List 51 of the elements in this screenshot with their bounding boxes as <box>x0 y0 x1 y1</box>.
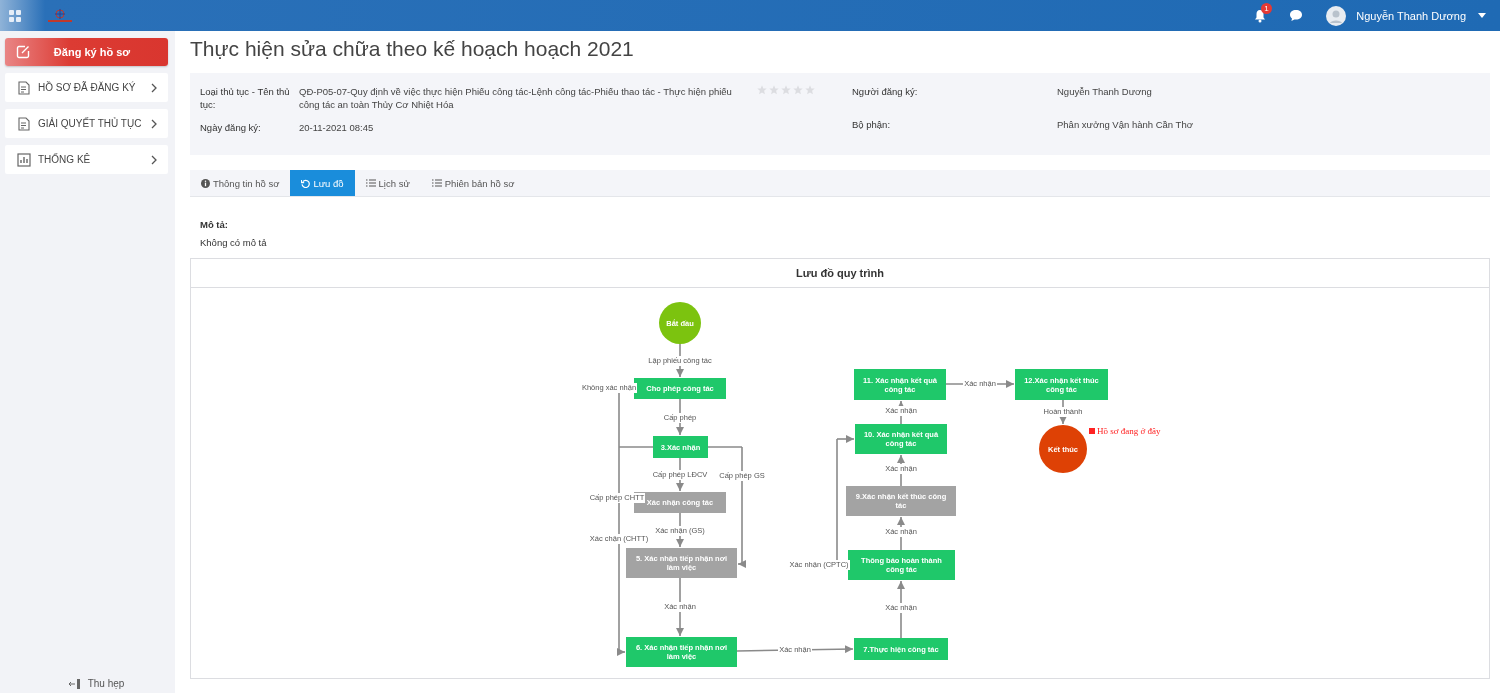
chat-icon[interactable] <box>1289 9 1304 22</box>
field-value: QĐ-P05-07-Quy định về việc thực hiện Phiếu công tác-Lệnh công tác-Phiếu thao tác - Thực hiện phiếu công tác an toàn Thủy Cơ Nhiệt Hóa <box>299 85 733 111</box>
apps-grid-icon[interactable] <box>9 9 21 22</box>
collapse-button[interactable]: Thu hẹp <box>68 678 125 689</box>
document-icon <box>17 80 31 95</box>
chevron-right-icon <box>151 118 157 129</box>
user-name[interactable]: Nguyễn Thanh Dương <box>1356 9 1466 22</box>
sidebar-item[interactable]: GIẢI QUYẾT THỦ TỤC <box>5 109 168 138</box>
register-button[interactable]: Đăng ký hồ sơ <box>5 38 168 66</box>
flowchart-title: Lưu đồ quy trình <box>191 259 1489 288</box>
sidebar-item[interactable]: THỐNG KÊ <box>5 145 168 174</box>
sidebar-item[interactable]: HỒ SƠ ĐÃ ĐĂNG KÝ <box>5 73 168 102</box>
notification-badge: 1 <box>1261 2 1272 14</box>
star-icon[interactable] <box>757 85 767 95</box>
field-label: Ngày đăng ký: <box>200 121 262 134</box>
edit-icon <box>16 45 30 59</box>
star-icon[interactable] <box>769 85 779 95</box>
field-value: Phân xưởng Vận hành Cần Thơ <box>1057 118 1194 131</box>
star-icon[interactable] <box>781 85 791 95</box>
connector-arrow <box>617 648 626 656</box>
marker-icon <box>1089 428 1095 434</box>
tab[interactable]: Lịch sử <box>354 170 421 196</box>
field-value: Nguyễn Thanh Dương <box>1057 85 1153 98</box>
connector-arrow <box>836 435 855 443</box>
list-icon <box>365 179 376 187</box>
description-label: Mô tả: <box>200 218 229 231</box>
star-icon[interactable] <box>793 85 803 95</box>
tab[interactable]: Phiên bản hồ sơ <box>420 170 526 196</box>
field-label: Người đăng ký: <box>852 85 919 98</box>
chevron-right-icon <box>151 82 157 93</box>
avatar-icon[interactable] <box>1326 5 1347 26</box>
document-icon <box>17 116 31 131</box>
field-label: Loại thủ tục - Tên thủ tục: <box>200 85 291 111</box>
history-icon <box>301 178 311 188</box>
info-icon <box>201 178 210 188</box>
current-status-note: Hồ sơ đang ở đây <box>1097 426 1161 436</box>
chevron-right-icon <box>151 154 157 165</box>
page-title: Thực hiện sửa chữa theo kế hoạch hoạch 2021 <box>190 36 635 62</box>
collapse-icon <box>68 678 81 689</box>
field-value: 20-11-2021 08:45 <box>299 121 375 134</box>
logo-icon <box>47 8 73 23</box>
star-icon[interactable] <box>805 85 815 95</box>
list-icon <box>431 179 442 187</box>
tab[interactable]: Thông tin hồ sơ <box>190 170 291 196</box>
caret-icon[interactable] <box>1478 13 1486 18</box>
field-label: Bộ phận: <box>852 118 892 131</box>
tab[interactable]: Lưu đồ <box>290 170 355 196</box>
description-text: Không có mô tả <box>200 236 268 249</box>
bell-icon[interactable] <box>1253 8 1268 23</box>
bar-chart-icon <box>17 152 31 167</box>
connector-arrow <box>737 560 746 568</box>
